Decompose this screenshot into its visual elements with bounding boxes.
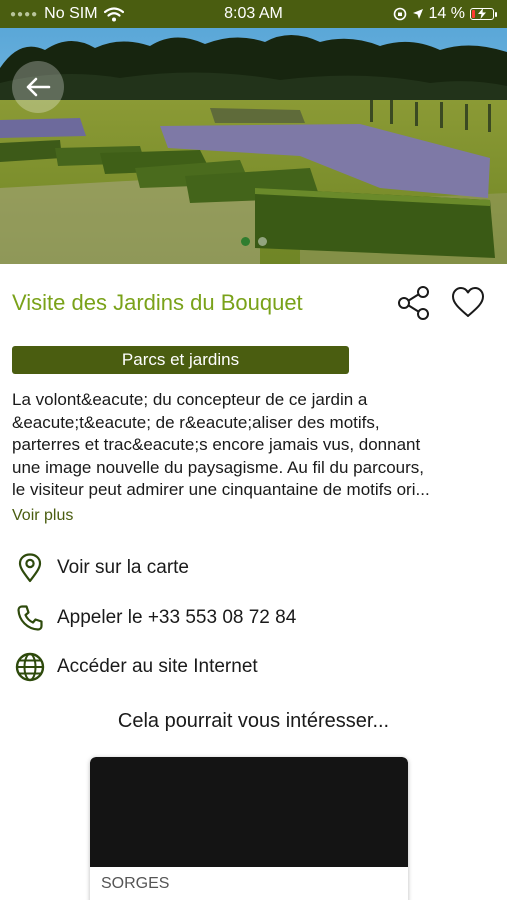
status-bar: ●●●● No SIM 8:03 AM 14 % xyxy=(0,0,507,28)
description-line: &eacute;t&eacute; de r&eacute;aliser des… xyxy=(12,412,380,432)
related-card-location: SORGES xyxy=(101,875,170,892)
status-right: 14 % xyxy=(393,5,497,23)
battery-outline xyxy=(470,8,494,20)
share-button[interactable] xyxy=(396,285,432,321)
back-button[interactable] xyxy=(12,61,64,113)
see-more-link[interactable]: Voir plus xyxy=(12,507,73,525)
call-row[interactable]: Appeler le +33 553 08 72 84 xyxy=(14,600,494,636)
location-arrow-icon xyxy=(412,9,423,19)
description-line: le visiteur peut admirer une cinquantain… xyxy=(12,480,430,499)
description: La volont&eacute; du concepteur de ce ja… xyxy=(12,389,497,502)
favorite-button[interactable] xyxy=(450,285,486,321)
globe-icon xyxy=(14,651,46,683)
charging-bolt-icon xyxy=(478,8,486,19)
hero-image[interactable] xyxy=(0,28,507,264)
website-row[interactable]: Accéder au site Internet xyxy=(14,649,494,685)
garden-photo xyxy=(0,28,507,264)
carousel-dot-1[interactable] xyxy=(240,237,250,246)
battery-level-fill xyxy=(472,10,475,18)
back-arrow-icon xyxy=(26,77,51,97)
description-line: La volont&eacute; du concepteur de ce ja… xyxy=(12,390,368,409)
page-title: Visite des Jardins du Bouquet xyxy=(12,290,303,315)
battery-nub xyxy=(495,11,497,17)
category-badge: Parcs et jardins xyxy=(12,346,349,374)
carousel-indicator[interactable] xyxy=(0,237,507,246)
related-section-title: Cela pourrait vous intéresser... xyxy=(117,710,390,732)
related-card[interactable]: SORGES xyxy=(90,757,408,900)
related-card-image xyxy=(90,757,408,867)
phone-icon xyxy=(14,602,46,634)
description-line: une image nouvelle du paysagisme. Au fil… xyxy=(12,457,425,477)
carousel-dot-2[interactable] xyxy=(257,237,267,246)
lock-rotation-icon xyxy=(393,7,406,21)
share-icon xyxy=(398,286,429,320)
view-on-map-label: Voir sur la carte xyxy=(57,557,189,578)
view-on-map-row[interactable]: Voir sur la carte xyxy=(14,550,494,586)
heart-icon xyxy=(452,287,484,317)
battery-percentage: 14 % xyxy=(428,5,465,22)
battery-charging-icon xyxy=(470,8,497,20)
description-line: parterres et trac&eacute;s encore jamais… xyxy=(12,435,421,454)
website-label: Accéder au site Internet xyxy=(57,656,258,677)
call-label: Appeler le +33 553 08 72 84 xyxy=(57,607,297,628)
map-pin-icon xyxy=(14,552,46,584)
